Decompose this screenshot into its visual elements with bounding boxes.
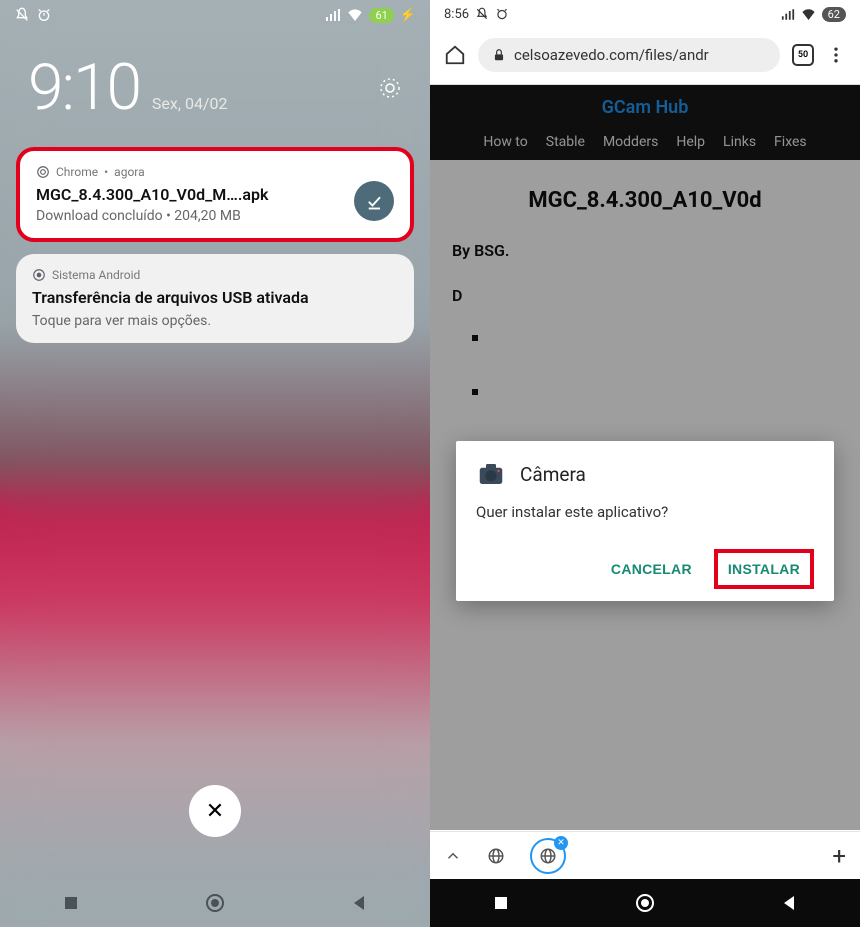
charging-icon: ⚡ (400, 8, 416, 23)
signal-icon (325, 9, 341, 21)
tab-globe[interactable] (478, 838, 514, 874)
notif-time: agora (114, 165, 144, 179)
close-icon: ✕ (206, 799, 224, 824)
notif2-title: Transferência de arquivos USB ativada (32, 288, 398, 307)
lock-time-area: 9:10 Sex, 04/02 (0, 30, 430, 135)
usb-notification[interactable]: Sistema Android Transferência de arquivo… (16, 254, 414, 343)
android-system-icon (32, 268, 46, 282)
notif-title: MGC_8.4.300_A10_V0d_M….apk (36, 185, 394, 204)
browser-toolbar: celsoazevedo.com/files/andr 50 (430, 28, 860, 85)
url-bar[interactable]: celsoazevedo.com/files/andr (478, 38, 780, 72)
left-screenshot: 61 ⚡ 9:10 Sex, 04/02 Chrome • agora MGC_… (0, 0, 430, 927)
wifi-icon (347, 9, 363, 21)
download-notification[interactable]: Chrome • agora MGC_8.4.300_A10_V0d_M….ap… (16, 147, 414, 242)
status-time: 8:56 (444, 7, 469, 22)
home-button[interactable] (205, 893, 225, 913)
chrome-icon (36, 165, 50, 179)
wifi-icon (801, 9, 816, 20)
settings-lock-icon[interactable] (378, 76, 402, 100)
mute-icon (14, 7, 30, 23)
install-dialog: Câmera Quer instalar este aplicativo? CA… (456, 441, 834, 601)
recents-button[interactable] (62, 894, 80, 912)
battery-indicator: 62 (822, 7, 846, 22)
lock-date: Sex, 04/02 (152, 94, 228, 113)
mute-icon (475, 7, 489, 21)
alarm-icon (495, 7, 509, 21)
dialog-message: Quer instalar este aplicativo? (476, 503, 814, 521)
battery-level: 62 (828, 8, 840, 21)
battery-indicator: 61 (369, 8, 393, 23)
add-tab-icon[interactable]: + (832, 842, 846, 870)
status-bar: 61 ⚡ (0, 0, 430, 30)
home-button[interactable] (635, 893, 655, 913)
install-button[interactable]: INSTALAR (714, 549, 814, 589)
notif2-app-name: Sistema Android (52, 268, 140, 282)
lock-time: 9:10 (28, 50, 140, 125)
download-complete-icon[interactable] (354, 181, 394, 221)
signal-icon (781, 9, 795, 20)
page-content: GCam Hub How to Stable Modders Help Link… (430, 85, 860, 830)
url-text: celsoazevedo.com/files/andr (514, 46, 709, 64)
navigation-bar[interactable] (430, 879, 860, 927)
back-button[interactable] (780, 894, 798, 912)
notif2-subtitle: Toque para ver mais opções. (32, 313, 398, 329)
notif-subtitle: Download concluído • 204,20 MB (36, 208, 394, 224)
home-icon[interactable] (444, 44, 466, 66)
cancel-button[interactable]: CANCELAR (601, 549, 702, 589)
right-screenshot: 8:56 62 celsoazevedo.com/files/andr (430, 0, 860, 927)
navigation-bar[interactable] (0, 879, 430, 927)
tab-globe-active[interactable] (530, 838, 566, 874)
back-button[interactable] (350, 894, 368, 912)
notif-app-name: Chrome (56, 165, 98, 179)
battery-level: 61 (375, 9, 387, 22)
camera-app-icon (476, 459, 506, 489)
menu-icon[interactable] (826, 45, 846, 65)
lock-icon (492, 48, 506, 62)
tab-count[interactable]: 50 (792, 44, 814, 66)
alarm-icon (36, 7, 52, 23)
bottom-launcher: + (430, 831, 860, 879)
chevron-up-icon[interactable] (444, 847, 462, 865)
dialog-app-name: Câmera (520, 463, 586, 486)
dismiss-notifications-button[interactable]: ✕ (189, 785, 241, 837)
status-bar: 8:56 62 (430, 0, 860, 28)
recents-button[interactable] (492, 894, 510, 912)
